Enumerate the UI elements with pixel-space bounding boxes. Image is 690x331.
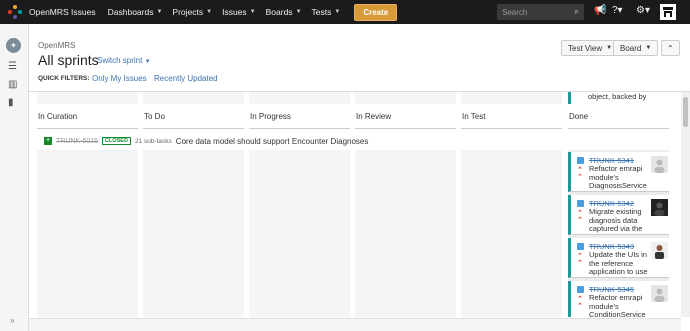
chevron-down-icon: ▼ <box>144 59 151 65</box>
nav-dashboards[interactable]: Dashboards ▼ <box>108 7 163 17</box>
subtask-type-icon <box>577 200 584 207</box>
nav-boards[interactable]: Boards ▼ <box>266 7 302 17</box>
column-body-done: ⌃ ⌃ TRUNK-5341 Refactor emrapi module's D… <box>568 150 669 317</box>
breadcrumb-project[interactable]: OpenMRS <box>38 41 75 50</box>
column-strip <box>461 92 562 104</box>
collapse-header-button[interactable]: ⌃ <box>661 40 680 56</box>
subtask-type-icon <box>577 157 584 164</box>
issue-card[interactable]: ⌃ ⌃ TRUNK-5343 Update the UIs in the refe… <box>568 238 669 278</box>
card-summary: Refactor emrapi module's ConditionServic… <box>589 293 646 317</box>
priority-highest-icon: ⌃ ⌃ <box>577 167 583 181</box>
column-header-in-review: In Review <box>356 112 392 121</box>
project-avatar-icon[interactable]: ✦ <box>6 38 21 53</box>
issue-card[interactable]: ⌃ ⌃ TRUNK-5341 Refactor emrapi module's D… <box>568 152 669 192</box>
column-underline <box>143 128 244 129</box>
scrollbar-thumb[interactable] <box>683 97 688 127</box>
search-placeholder: Search <box>502 7 528 17</box>
brand-name[interactable]: OpenMRS Issues <box>29 7 96 17</box>
column-strip <box>37 92 138 104</box>
column-header-done: Done <box>569 112 589 121</box>
priority-highest-icon: ⌃ ⌃ <box>577 210 583 224</box>
chevron-down-icon: ▼ <box>334 9 341 15</box>
quick-filters-label: QUICK FILTERS: <box>38 75 90 82</box>
assignee-avatar <box>651 156 668 173</box>
chevron-down-icon: ▼ <box>156 9 163 15</box>
column-body-to-do[interactable] <box>143 150 244 317</box>
issue-card[interactable]: ⌃ ⌃ TRUNK-5342 Migrate existing diagnosis… <box>568 195 669 235</box>
vertical-scrollbar[interactable] <box>681 92 690 317</box>
subtask-type-icon <box>577 243 584 250</box>
help-icon[interactable]: ?▾ <box>612 5 623 16</box>
column-body-in-review[interactable] <box>355 150 456 317</box>
chevron-down-icon: ▼ <box>606 45 613 51</box>
card-summary: Migrate existing diagnosis data captured… <box>589 207 643 233</box>
switch-sprint-link[interactable]: Switch sprint ▼ <box>97 56 151 65</box>
card-summary: Refactor emrapi module's DiagnosisServic… <box>589 164 647 190</box>
chevron-down-icon: ▼ <box>206 9 213 15</box>
column-underline <box>568 128 669 129</box>
column-body-in-curation[interactable] <box>37 150 138 317</box>
assignee-avatar <box>651 199 668 216</box>
card-summary: Update the UIs in the reference applicat… <box>589 250 648 276</box>
column-strip <box>355 92 456 104</box>
reports-icon[interactable]: ▮ <box>8 97 14 108</box>
user-avatar[interactable] <box>660 4 676 20</box>
notifications-icon[interactable]: 📢 <box>594 5 606 16</box>
quick-filter-only-my-issues[interactable]: Only My Issues <box>92 74 147 83</box>
issue-summary: Core data model should support Encounter… <box>175 136 369 146</box>
column-header-to-do: To Do <box>144 112 165 121</box>
chevron-down-icon: ▼ <box>295 9 302 15</box>
nav-projects[interactable]: Projects ▼ <box>172 7 212 17</box>
active-sprints-icon[interactable]: ▥ <box>8 79 17 90</box>
priority-highest-icon: ⌃ ⌃ <box>577 253 583 267</box>
column-header-in-curation: In Curation <box>38 112 78 121</box>
column-underline <box>461 128 562 129</box>
subtask-type-icon <box>577 286 584 293</box>
priority-highest-icon: ⌃ ⌃ <box>577 296 583 310</box>
top-navigation: OpenMRS Issues Dashboards ▼ Projects ▼ Iss… <box>0 0 690 24</box>
openmrs-logo-icon[interactable] <box>8 5 22 19</box>
chevron-up-icon: ⌃ <box>667 43 674 53</box>
horizontal-scrollbar[interactable] <box>29 318 681 331</box>
search-icon: ⌕ <box>573 6 579 16</box>
nav-tests[interactable]: Tests ▼ <box>312 7 341 17</box>
column-underline <box>37 128 138 129</box>
column-body-in-test[interactable] <box>461 150 562 317</box>
left-sidebar: ✦ ☰ ▥ ▮ » <box>0 24 29 331</box>
column-underline <box>249 128 350 129</box>
expand-sidebar-icon[interactable]: » <box>10 316 14 325</box>
nav-issues[interactable]: Issues ▼ <box>222 7 256 17</box>
quick-filter-recently-updated[interactable]: Recently Updated <box>154 74 218 83</box>
backlog-icon[interactable]: ☰ <box>8 61 17 72</box>
status-badge: CLOSED <box>102 137 131 145</box>
create-button[interactable]: Create <box>354 3 398 21</box>
user-avatar-icon <box>660 4 676 20</box>
column-body-in-progress[interactable] <box>249 150 350 317</box>
assignee-avatar <box>651 242 668 259</box>
page-title: All sprints <box>38 52 99 68</box>
done-card-partial[interactable]: object, backed by <box>568 92 669 104</box>
search-input[interactable]: Search ⌕ <box>497 4 584 20</box>
gear-icon[interactable]: ⚙▾ <box>636 5 650 16</box>
issue-key[interactable]: TRUNK-5015 <box>56 138 98 145</box>
test-view-button[interactable]: Test View ▼ <box>561 40 620 56</box>
column-strip <box>249 92 350 104</box>
chevron-down-icon: ▼ <box>249 9 256 15</box>
issue-card[interactable]: ⌃ ⌃ TRUNK-5345 Refactor emrapi module's C… <box>568 281 669 317</box>
subtask-count: 21 sub-tasks <box>134 137 172 145</box>
assignee-avatar <box>651 285 668 302</box>
swimlane-header[interactable]: + TRUNK-5015 CLOSED 21 sub-tasks Core da… <box>37 134 567 148</box>
board-button[interactable]: Board ▼ <box>613 40 659 56</box>
column-underline <box>355 128 456 129</box>
chevron-down-icon: ▼ <box>645 45 652 51</box>
column-header-in-test: In Test <box>462 112 486 121</box>
story-type-icon: + <box>44 137 52 145</box>
column-header-in-progress: In Progress <box>250 112 291 121</box>
column-strip <box>143 92 244 104</box>
